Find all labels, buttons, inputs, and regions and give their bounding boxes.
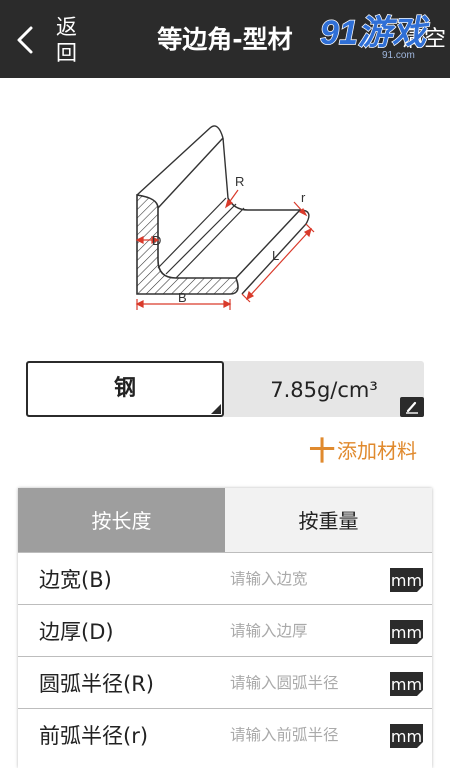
corner-triangle-icon [417, 638, 423, 644]
density-value: 7.85g/cm³ [270, 378, 378, 402]
unit-selector[interactable]: mm [390, 568, 423, 592]
unit-selector[interactable]: mm [390, 724, 423, 748]
clear-button[interactable]: 清空 [402, 22, 446, 58]
unit-selector[interactable]: mm [390, 672, 423, 696]
corner-triangle-icon [211, 404, 221, 414]
label-D: D [152, 233, 161, 248]
form-row-front-radius: 前弧半径(r) mm [18, 708, 432, 761]
field-label: 边厚(D) [39, 620, 114, 644]
back-button[interactable]: 返回 [0, 0, 110, 78]
radius-input[interactable] [230, 668, 390, 698]
front-radius-input[interactable] [230, 720, 390, 750]
width-input[interactable] [230, 564, 390, 594]
tab-by-weight[interactable]: 按重量 [225, 488, 432, 552]
add-material-label: 添加材料 [337, 439, 417, 463]
back-label: 返回 [56, 15, 77, 65]
tab-by-length[interactable]: 按长度 [18, 488, 225, 552]
material-selector: 钢 7.85g/cm³ [26, 361, 424, 417]
material-name-button[interactable]: 钢 [26, 361, 224, 417]
corner-triangle-icon [417, 586, 423, 592]
edit-density-button[interactable] [400, 397, 424, 417]
field-label: 边宽(B) [39, 568, 112, 592]
label-L: L [272, 248, 279, 263]
plus-icon: 十 [308, 437, 335, 467]
add-material-button[interactable]: 十添加材料 [309, 436, 417, 467]
unit-selector[interactable]: mm [390, 620, 423, 644]
form-row-thickness: 边厚(D) mm [18, 604, 432, 657]
calculator-form: 按长度 按重量 边宽(B) mm 边厚(D) mm 圆弧半径(R) mm 前弧半… [18, 488, 432, 768]
chevron-left-icon [17, 26, 33, 54]
thickness-input[interactable] [230, 616, 390, 646]
form-row-width: 边宽(B) mm [18, 552, 432, 605]
label-r: r [301, 190, 306, 205]
form-row-radius: 圆弧半径(R) mm [18, 656, 432, 709]
equal-angle-diagram: R r D L B [135, 125, 315, 310]
page-title: 等边角-型材 [157, 25, 293, 54]
label-B: B [178, 290, 187, 305]
corner-triangle-icon [417, 742, 423, 748]
material-name: 钢 [113, 376, 136, 401]
top-app-bar: 返回 等边角-型材 清空 91游戏 91.com [0, 0, 450, 78]
field-label: 前弧半径(r) [39, 724, 149, 748]
field-label: 圆弧半径(R) [39, 672, 154, 696]
pencil-icon [406, 401, 418, 414]
label-R: R [235, 174, 244, 189]
corner-triangle-icon [417, 690, 423, 696]
